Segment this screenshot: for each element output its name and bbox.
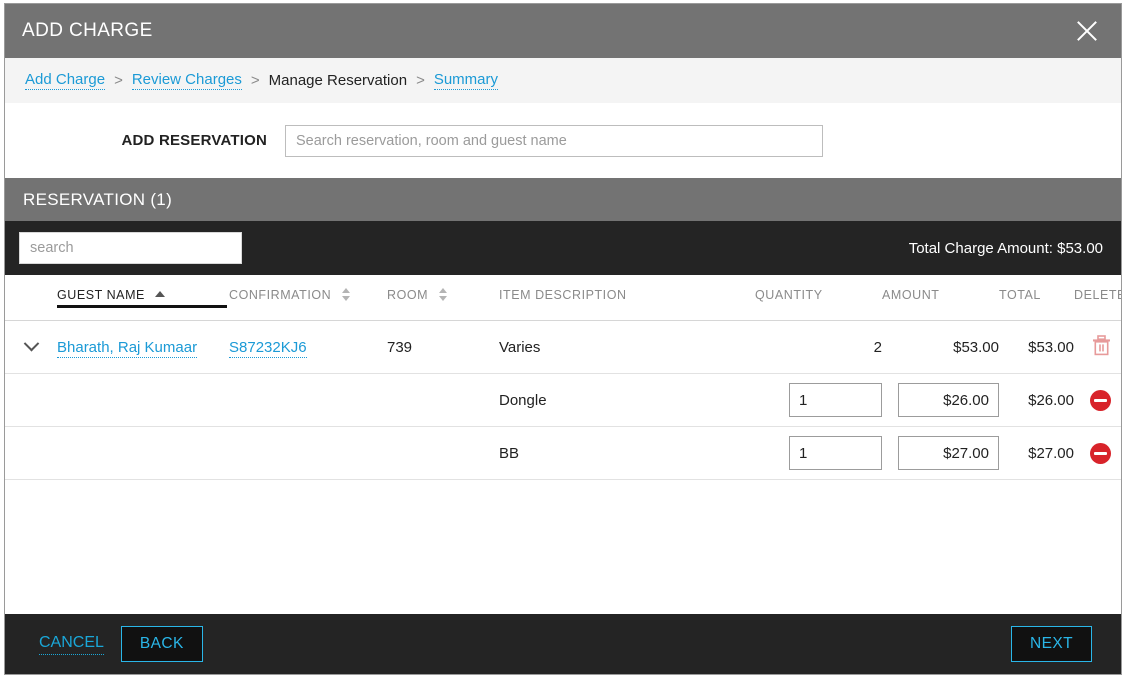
- cell-empty: [387, 373, 499, 427]
- close-icon[interactable]: [1069, 13, 1105, 49]
- cancel-button[interactable]: CANCEL: [39, 634, 104, 655]
- minus-circle-icon[interactable]: [1090, 389, 1111, 411]
- cell-total: $27.00: [999, 426, 1074, 480]
- dialog-titlebar: ADD CHARGE: [5, 4, 1121, 58]
- column-header-total[interactable]: TOTAL: [999, 275, 1074, 321]
- cell-empty: [57, 373, 229, 427]
- breadcrumb-separator: >: [416, 72, 425, 89]
- column-header-label: GUEST NAME: [57, 288, 145, 302]
- column-header-guest-name[interactable]: GUEST NAME: [57, 275, 229, 321]
- table-toolbar: Total Charge Amount: $53.00: [5, 221, 1121, 275]
- add-charge-dialog: ADD CHARGE Add Charge > Review Charges >…: [4, 3, 1122, 675]
- breadcrumb-separator: >: [250, 72, 260, 89]
- cell-total: $53.00: [999, 320, 1074, 374]
- add-reservation-section: ADD RESERVATION: [5, 103, 1121, 178]
- cell-delete[interactable]: [1074, 373, 1121, 427]
- column-header-room[interactable]: ROOM: [387, 275, 499, 321]
- trash-icon[interactable]: [1092, 334, 1111, 360]
- cell-quantity: [755, 373, 882, 427]
- back-button[interactable]: BACK: [120, 626, 203, 662]
- cell-item-description: Dongle: [499, 373, 755, 427]
- breadcrumb: Add Charge > Review Charges > Manage Res…: [5, 58, 1121, 103]
- next-button[interactable]: NEXT: [1011, 626, 1092, 662]
- footer-left-actions: CANCEL BACK: [39, 626, 203, 662]
- column-header-quantity[interactable]: QUANTITY: [755, 275, 882, 321]
- cell-empty: [57, 426, 229, 480]
- row-expand-cell[interactable]: [5, 320, 57, 374]
- cell-empty: [5, 426, 57, 480]
- cell-amount: $53.00: [882, 320, 999, 374]
- cell-room: 739: [387, 320, 499, 374]
- cell-quantity: 2: [755, 320, 882, 374]
- column-header-label: ROOM: [387, 288, 429, 302]
- charges-table-container: GUEST NAME CONFIRMATION ROOM ITEM DESCRI…: [5, 275, 1121, 614]
- reservation-section-header: RESERVATION (1): [5, 178, 1121, 221]
- cell-quantity: [755, 426, 882, 480]
- cell-total: $26.00: [999, 373, 1074, 427]
- column-header-item-description[interactable]: ITEM DESCRIPTION: [499, 275, 755, 321]
- chevron-down-icon[interactable]: [23, 335, 39, 351]
- column-header-label: DELETE: [1074, 288, 1121, 302]
- column-header-confirmation[interactable]: CONFIRMATION: [229, 275, 387, 321]
- reservation-section-title: RESERVATION (1): [23, 189, 173, 209]
- add-reservation-label: ADD RESERVATION: [121, 132, 267, 149]
- sort-ascending-icon: [154, 291, 165, 297]
- column-header-label: TOTAL: [999, 288, 1041, 302]
- cell-empty: [229, 426, 387, 480]
- quantity-input[interactable]: [789, 436, 882, 470]
- quantity-input[interactable]: [789, 383, 882, 417]
- breadcrumb-separator: >: [114, 72, 123, 89]
- table-header-row: GUEST NAME CONFIRMATION ROOM ITEM DESCRI…: [5, 275, 1121, 321]
- table-row: Dongle $26.00: [5, 373, 1121, 427]
- breadcrumb-item-manage-reservation: Manage Reservation: [268, 72, 408, 89]
- cell-item-description: Varies: [499, 320, 755, 374]
- cell-empty: [5, 373, 57, 427]
- total-charge-amount: Total Charge Amount: $53.00: [908, 239, 1103, 257]
- cell-amount: [882, 426, 999, 480]
- dialog-footer: CANCEL BACK NEXT: [5, 614, 1121, 674]
- cell-amount: [882, 373, 999, 427]
- column-header-expand: [5, 275, 57, 321]
- table-row: BB $27.00: [5, 426, 1121, 480]
- sort-both-icon: [341, 288, 351, 301]
- sort-both-icon: [438, 288, 448, 301]
- cell-item-description: BB: [499, 426, 755, 480]
- column-header-amount[interactable]: AMOUNT: [882, 275, 999, 321]
- cell-guest-name: Bharath, Raj Kumaar: [57, 320, 229, 374]
- breadcrumb-item-review-charges[interactable]: Review Charges: [131, 71, 242, 90]
- guest-name-link[interactable]: Bharath, Raj Kumaar: [57, 338, 198, 358]
- breadcrumb-item-summary[interactable]: Summary: [433, 71, 499, 90]
- breadcrumb-item-add-charge[interactable]: Add Charge: [25, 71, 106, 90]
- add-reservation-input[interactable]: [285, 124, 823, 157]
- amount-input[interactable]: [898, 383, 999, 417]
- minus-circle-icon[interactable]: [1090, 442, 1111, 464]
- search-input[interactable]: [19, 232, 242, 264]
- cell-empty: [229, 373, 387, 427]
- confirmation-link[interactable]: S87232KJ6: [229, 338, 307, 358]
- table-row: Bharath, Raj Kumaar S87232KJ6 739 Varies…: [5, 320, 1121, 374]
- dialog-title: ADD CHARGE: [22, 20, 153, 41]
- column-header-delete: DELETE: [1074, 275, 1121, 321]
- column-header-label: AMOUNT: [882, 288, 940, 302]
- cell-empty: [387, 426, 499, 480]
- amount-input[interactable]: [898, 436, 999, 470]
- column-header-label: ITEM DESCRIPTION: [499, 288, 627, 302]
- charges-table: GUEST NAME CONFIRMATION ROOM ITEM DESCRI…: [5, 275, 1121, 480]
- column-header-label: CONFIRMATION: [229, 288, 332, 302]
- column-header-label: QUANTITY: [755, 288, 823, 302]
- cell-delete[interactable]: [1074, 320, 1121, 374]
- cell-delete[interactable]: [1074, 426, 1121, 480]
- cell-confirmation: S87232KJ6: [229, 320, 387, 374]
